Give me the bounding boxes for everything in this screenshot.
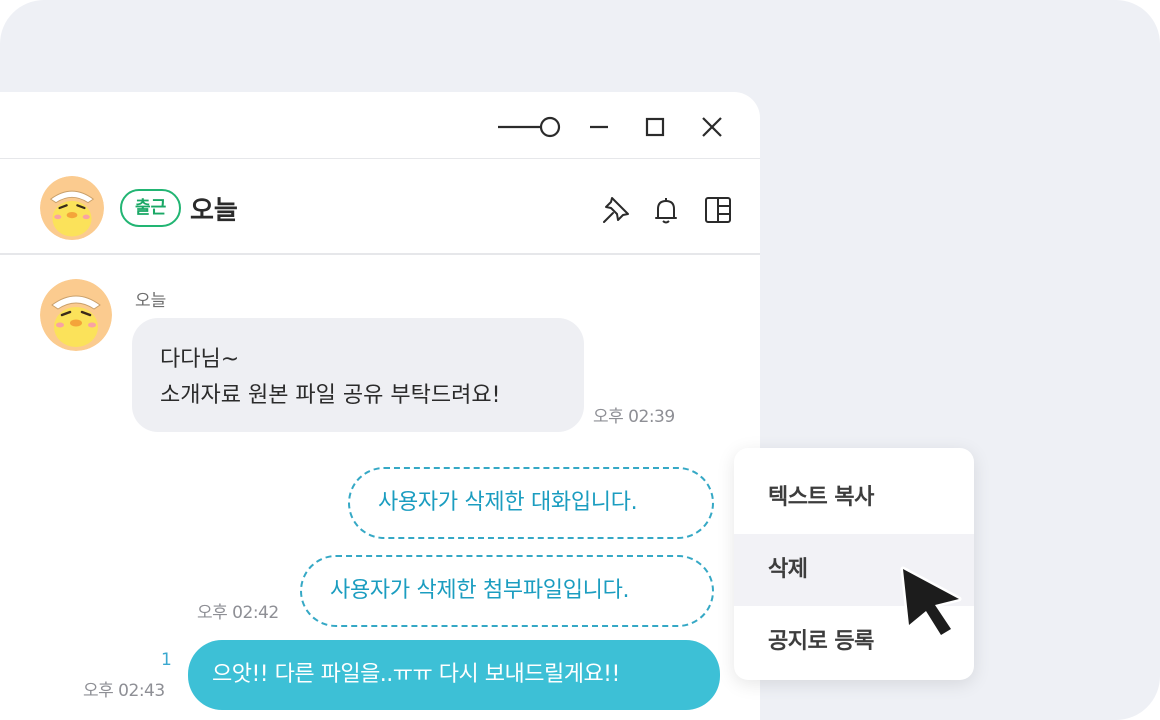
chat-window: 출근 오늘 오늘 다다님~ 소개자료 원본 파일 공유 부탁드려요! 오후 02… bbox=[0, 92, 760, 720]
menu-item-copy-text[interactable]: 텍스트 복사 bbox=[734, 462, 974, 534]
maximize-icon[interactable] bbox=[640, 112, 670, 142]
avatar[interactable] bbox=[40, 176, 104, 240]
panel-layout-icon[interactable] bbox=[702, 194, 734, 226]
message-timestamp: 오후 02:43 bbox=[83, 681, 165, 701]
pin-icon[interactable] bbox=[600, 194, 632, 226]
minimize-icon[interactable] bbox=[584, 112, 614, 142]
incoming-message-bubble[interactable]: 다다님~ 소개자료 원본 파일 공유 부탁드려요! bbox=[132, 318, 584, 432]
mouse-cursor-icon bbox=[900, 566, 962, 638]
chat-header: 출근 오늘 bbox=[0, 160, 760, 255]
message-line: 소개자료 원본 파일 공유 부탁드려요! bbox=[160, 383, 501, 408]
status-badge: 출근 bbox=[120, 189, 182, 227]
pin-slider-icon[interactable] bbox=[496, 112, 562, 142]
message-timestamp: 오후 02:42 bbox=[197, 603, 279, 623]
message-timestamp: 오후 02:39 bbox=[593, 407, 675, 427]
bell-icon[interactable] bbox=[650, 194, 682, 226]
message-line: 다다님~ bbox=[160, 347, 240, 372]
deleted-file-bubble[interactable]: 사용자가 삭제한 첨부파일입니다. bbox=[300, 555, 714, 627]
chat-title: 오늘 bbox=[190, 196, 238, 226]
sender-name: 오늘 bbox=[135, 291, 167, 311]
sender-avatar[interactable] bbox=[40, 279, 112, 351]
title-bar bbox=[0, 92, 760, 159]
unread-count: 1 bbox=[161, 650, 172, 670]
close-icon[interactable] bbox=[697, 112, 727, 142]
deleted-message-bubble[interactable]: 사용자가 삭제한 대화입니다. bbox=[348, 467, 714, 539]
outgoing-message-bubble[interactable]: 으앗!! 다른 파일을..ㅠㅠ 다시 보내드릴게요!! bbox=[188, 640, 720, 710]
